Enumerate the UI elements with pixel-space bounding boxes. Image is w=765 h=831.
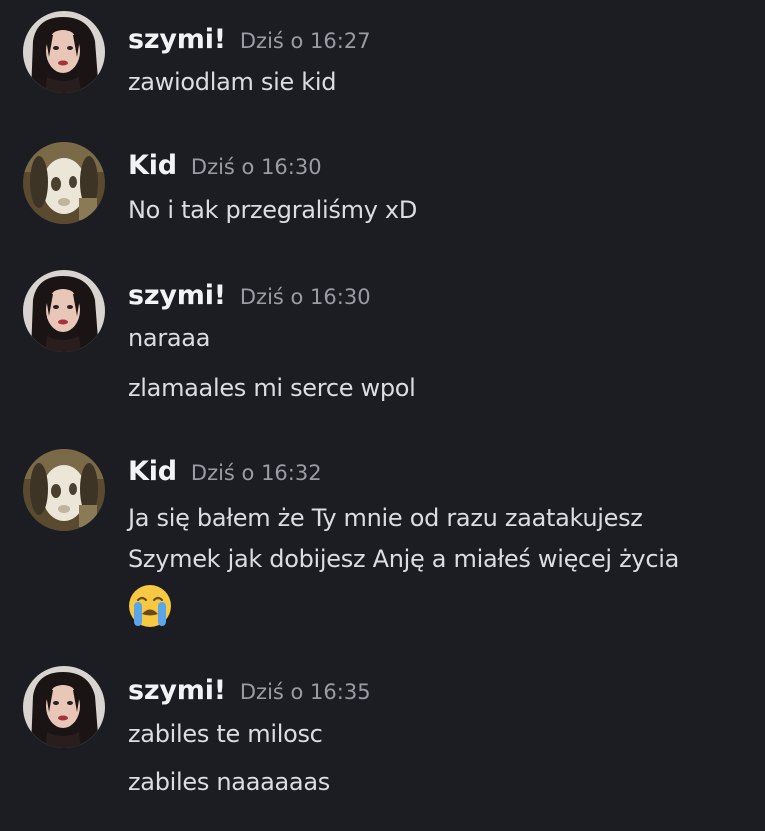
user-avatar-image [23,142,105,224]
message-text: No i tak przegraliśmy xD [128,196,418,224]
username[interactable]: Kid [128,150,177,181]
loudly-crying-face-emoji [129,585,171,627]
user-avatar-image [23,666,105,748]
user-avatar-image [23,270,105,352]
message-header: Kid Dziś o 16:30 [128,150,322,186]
avatar[interactable] [23,666,105,748]
username[interactable]: Kid [128,456,177,487]
avatar[interactable] [23,11,105,93]
message-header: szymi! Dziś o 16:35 [128,675,371,711]
message-text: zabiles naaaaaas [128,768,330,796]
timestamp: Dziś o 16:35 [239,680,371,704]
user-avatar-image [23,449,105,531]
message-header: szymi! Dziś o 16:30 [128,280,371,316]
username[interactable]: szymi! [128,24,226,55]
message-text: zabiles te milosc [128,720,323,748]
message-text: Szymek jak dobijesz Anję a miałeś więcej… [128,545,679,573]
avatar[interactable] [23,270,105,352]
username[interactable]: szymi! [128,280,226,311]
user-avatar-image [23,11,105,93]
username[interactable]: szymi! [128,675,226,706]
message-header: Kid Dziś o 16:32 [128,456,322,492]
avatar[interactable] [23,142,105,224]
timestamp: Dziś o 16:27 [239,29,371,53]
message-text: Ja się bałem że Ty mnie od razu zaatakuj… [128,504,643,532]
message-text: naraaa [128,324,211,352]
message-text: zlamaales mi serce wpol [128,374,416,402]
timestamp: Dziś o 16:32 [190,461,322,485]
message-header: szymi! Dziś o 16:27 [128,24,371,60]
message-text: zawiodlam sie kid [128,68,337,96]
timestamp: Dziś o 16:30 [239,285,371,309]
timestamp: Dziś o 16:30 [190,155,322,179]
avatar[interactable] [23,449,105,531]
